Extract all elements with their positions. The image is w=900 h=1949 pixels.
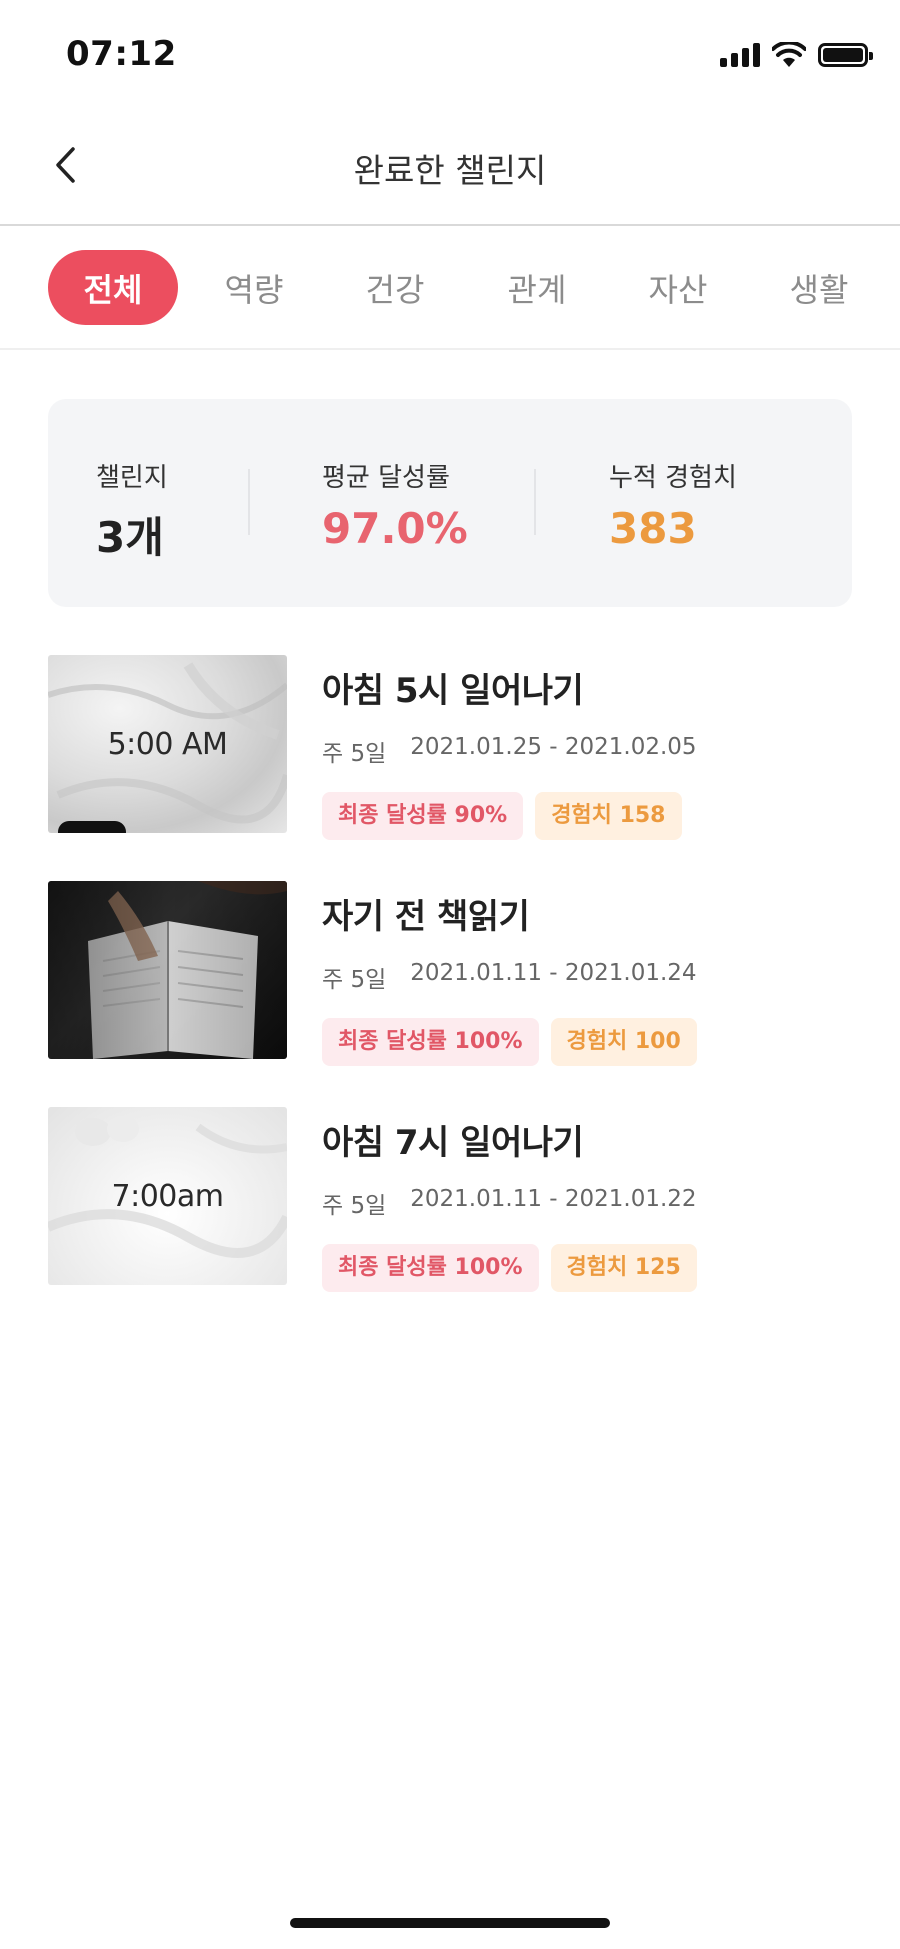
tab-relationship[interactable]: 관계	[472, 250, 602, 325]
challenge-meta: 주 5일 2021.01.11 - 2021.01.22	[322, 1186, 697, 1220]
tab-all[interactable]: 전체	[48, 250, 178, 325]
challenge-title: 아침 7시 일어나기	[322, 1123, 584, 1163]
challenge-frequency: 주 5일	[322, 967, 387, 993]
thumbnail-clock-text: 5:00 AM	[107, 726, 228, 762]
challenge-title: 아침 5시 일어나기	[322, 671, 584, 711]
status-bar: 07:12	[0, 0, 900, 110]
challenge-info: 자기 전 책읽기 주 5일 2021.01.11 - 2021.01.24 최종…	[322, 889, 697, 1066]
stat-average-rate: 평균 달성률 97.0%	[322, 457, 468, 553]
challenge-item[interactable]: 5:00 AM 아침 5시 일어나기 주 5일 2021.01.25 - 202…	[48, 655, 852, 840]
stat-average-rate-label: 평균 달성률	[322, 463, 450, 493]
challenge-badges: 최종 달성률 100% 경험치 125	[322, 1244, 697, 1292]
challenge-thumbnail: 7:00am	[48, 1107, 287, 1285]
challenge-period: 2021.01.25 - 2021.02.05	[410, 734, 697, 760]
challenge-title: 자기 전 책읽기	[322, 897, 530, 937]
nav-header: 완료한 챌린지	[0, 110, 900, 226]
thumbnail-clock-text: 7:00am	[111, 1178, 224, 1214]
challenge-item[interactable]: 7:00am 아침 7시 일어나기 주 5일 2021.01.11 - 2021…	[48, 1107, 852, 1292]
challenge-meta: 주 5일 2021.01.11 - 2021.01.24	[322, 960, 697, 994]
battery-icon	[818, 43, 873, 67]
tab-assets[interactable]: 자산	[613, 250, 743, 325]
stat-total-exp-value: 383	[609, 504, 697, 553]
final-rate-badge: 최종 달성률 90%	[322, 792, 524, 840]
summary-card: 챌린지 3개 평균 달성률 97.0% 누적 경험치 383	[48, 399, 852, 607]
challenge-period: 2021.01.11 - 2021.01.22	[410, 1186, 697, 1212]
stat-average-rate-value: 97.0%	[322, 504, 468, 553]
exp-badge: 경험치 125	[550, 1244, 697, 1292]
stat-divider	[248, 469, 250, 535]
final-rate-badge: 최종 달성률 100%	[322, 1244, 539, 1292]
challenge-badges: 최종 달성률 90% 경험치 158	[322, 792, 697, 840]
challenge-item[interactable]: 자기 전 책읽기 주 5일 2021.01.11 - 2021.01.24 최종…	[48, 881, 852, 1066]
stat-challenges-label: 챌린지	[96, 463, 168, 493]
stat-challenges: 챌린지 3개	[96, 457, 168, 565]
status-time: 07:12	[66, 34, 177, 74]
challenge-period: 2021.01.11 - 2021.01.24	[410, 960, 697, 986]
completed-challenges-screen: 07:12 완료한 챌린지 전체 역량 건강 관계 자산 생활 챌린지 3개 평…	[0, 0, 900, 1949]
signal-icon	[720, 43, 760, 67]
wifi-icon	[772, 42, 806, 67]
stat-challenges-value: 3개	[96, 513, 164, 562]
challenge-frequency: 주 5일	[322, 1193, 387, 1219]
book-image	[48, 881, 287, 1059]
stat-total-exp: 누적 경험치 383	[609, 457, 737, 553]
category-tabs: 전체 역량 건강 관계 자산 생활	[0, 228, 900, 350]
final-rate-badge: 최종 달성률 100%	[322, 1018, 539, 1066]
challenge-thumbnail: 5:00 AM	[48, 655, 287, 833]
exp-badge: 경험치 100	[550, 1018, 697, 1066]
challenge-thumbnail	[48, 881, 287, 1059]
tab-health[interactable]: 건강	[330, 250, 460, 325]
challenge-frequency: 주 5일	[322, 741, 387, 767]
stat-total-exp-label: 누적 경험치	[609, 463, 737, 493]
status-icons	[720, 40, 873, 70]
thumbnail-badge	[58, 821, 126, 833]
exp-badge: 경험치 158	[535, 792, 682, 840]
challenge-badges: 최종 달성률 100% 경험치 100	[322, 1018, 697, 1066]
tab-life[interactable]: 생활	[754, 250, 884, 325]
stat-divider	[534, 469, 536, 535]
home-indicator[interactable]	[290, 1918, 610, 1928]
challenge-meta: 주 5일 2021.01.25 - 2021.02.05	[322, 734, 697, 768]
challenge-info: 아침 7시 일어나기 주 5일 2021.01.11 - 2021.01.22 …	[322, 1115, 697, 1292]
challenge-info: 아침 5시 일어나기 주 5일 2021.01.25 - 2021.02.05 …	[322, 663, 697, 840]
page-title: 완료한 챌린지	[353, 151, 547, 190]
tab-competency[interactable]: 역량	[189, 250, 319, 325]
